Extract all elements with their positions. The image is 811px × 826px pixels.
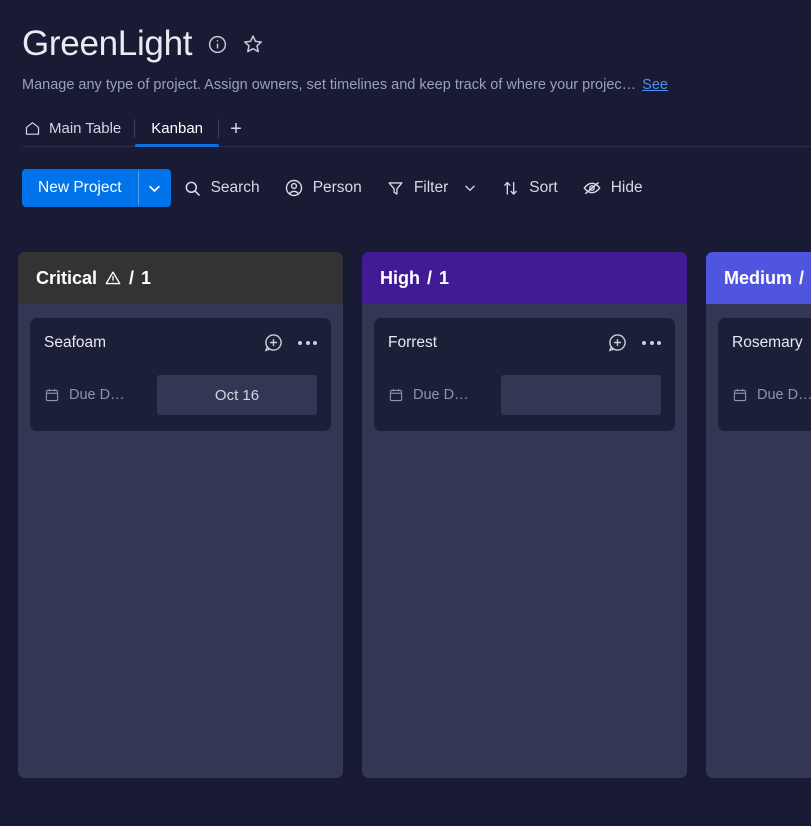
dot <box>657 341 661 345</box>
add-tab-button[interactable]: + <box>219 111 253 146</box>
home-icon <box>24 120 41 137</box>
dot <box>306 341 310 345</box>
card-due-date-row: Due D… <box>388 375 661 415</box>
filter-button[interactable]: Filter <box>374 171 489 205</box>
column-body-critical: Seafoam <box>18 304 343 778</box>
board-title-row: GreenLight <box>22 22 811 66</box>
info-circle-icon[interactable] <box>206 33 228 55</box>
column-header-critical[interactable]: Critical / 1 <box>18 252 343 304</box>
search-button[interactable]: Search <box>171 171 272 205</box>
column-count-critical: 1 <box>141 268 151 289</box>
person-label: Person <box>313 179 362 197</box>
kanban-column-high: High / 1 Forrest <box>362 252 687 778</box>
add-comment-icon[interactable] <box>263 332 284 353</box>
due-date-value[interactable] <box>501 375 661 415</box>
column-separator: / <box>129 268 134 289</box>
board-description: Manage any type of project. Assign owner… <box>22 75 636 95</box>
eye-off-icon <box>582 178 602 198</box>
card-due-date-row: Due D… Oct 16 <box>44 375 317 415</box>
column-title-medium: Medium <box>724 268 792 289</box>
kanban-column-critical: Critical / 1 Seafoam <box>18 252 343 778</box>
card-header: Seafoam <box>44 332 317 353</box>
column-header-medium[interactable]: Medium / 1 <box>706 252 811 304</box>
person-button[interactable]: Person <box>272 171 374 205</box>
board-header: GreenLight Manage any type of project. A… <box>0 0 811 95</box>
calendar-icon <box>44 387 60 403</box>
page-title: GreenLight <box>22 22 192 66</box>
due-date-label-group: Due D… <box>732 387 811 403</box>
kanban-card[interactable]: Seafoam <box>30 318 331 431</box>
more-options-icon[interactable] <box>642 341 661 345</box>
chevron-down-icon[interactable] <box>139 169 171 207</box>
due-date-label-group: Due D… <box>388 387 501 403</box>
kanban-column-medium: Medium / 1 Rosemary <box>706 252 811 778</box>
board-toolbar: New Project Search <box>22 169 811 207</box>
tab-divider <box>218 119 219 138</box>
due-date-label: Due D… <box>757 387 811 403</box>
tab-label-main-table: Main Table <box>49 120 121 137</box>
new-project-label: New Project <box>22 169 138 207</box>
card-actions <box>607 332 661 353</box>
card-title: Forrest <box>388 334 437 352</box>
hide-label: Hide <box>611 179 643 197</box>
search-icon <box>183 179 202 198</box>
card-title: Seafoam <box>44 334 106 352</box>
view-tabs: Main Table Kanban + <box>22 111 811 147</box>
see-more-link[interactable]: See <box>642 75 668 95</box>
dot <box>313 341 317 345</box>
search-label: Search <box>211 179 260 197</box>
tab-label-kanban: Kanban <box>151 120 203 137</box>
calendar-icon <box>732 387 748 403</box>
filter-label: Filter <box>414 179 448 197</box>
column-title-critical: Critical <box>36 268 97 289</box>
card-header: Rosemary <box>732 332 811 353</box>
column-count-high: 1 <box>439 268 449 289</box>
add-comment-icon[interactable] <box>607 332 628 353</box>
sort-arrows-icon <box>501 179 520 198</box>
sort-label: Sort <box>529 179 557 197</box>
dot <box>642 341 646 345</box>
due-date-value[interactable]: Oct 16 <box>157 375 317 415</box>
card-header: Forrest <box>388 332 661 353</box>
column-body-medium: Rosemary <box>706 304 811 778</box>
more-options-icon[interactable] <box>298 341 317 345</box>
person-circle-icon <box>284 178 304 198</box>
hide-button[interactable]: Hide <box>570 171 655 205</box>
calendar-icon <box>388 387 404 403</box>
kanban-board-page: GreenLight Manage any type of project. A… <box>0 0 811 826</box>
funnel-icon <box>386 179 405 198</box>
card-due-date-row: Due D… <box>732 375 811 415</box>
column-separator: / <box>799 268 804 289</box>
card-actions <box>263 332 317 353</box>
new-project-button[interactable]: New Project <box>22 169 171 207</box>
due-date-label-group: Due D… <box>44 387 157 403</box>
column-separator: / <box>427 268 432 289</box>
card-title: Rosemary <box>732 334 803 352</box>
tab-kanban[interactable]: Kanban <box>135 111 219 146</box>
dot <box>650 341 654 345</box>
warning-triangle-icon <box>104 269 122 287</box>
tab-main-table[interactable]: Main Table <box>22 111 135 146</box>
sort-button[interactable]: Sort <box>489 171 569 205</box>
kanban-card[interactable]: Forrest <box>374 318 675 431</box>
column-body-high: Forrest <box>362 304 687 778</box>
dot <box>298 341 302 345</box>
column-header-high[interactable]: High / 1 <box>362 252 687 304</box>
chevron-down-icon[interactable] <box>463 181 477 195</box>
due-date-label: Due D… <box>69 387 125 403</box>
kanban-card[interactable]: Rosemary <box>718 318 811 431</box>
column-title-high: High <box>380 268 420 289</box>
star-outline-icon[interactable] <box>242 33 264 55</box>
kanban-columns: Critical / 1 Seafoam <box>18 252 811 778</box>
due-date-label: Due D… <box>413 387 469 403</box>
board-subtitle-row: Manage any type of project. Assign owner… <box>22 75 811 95</box>
